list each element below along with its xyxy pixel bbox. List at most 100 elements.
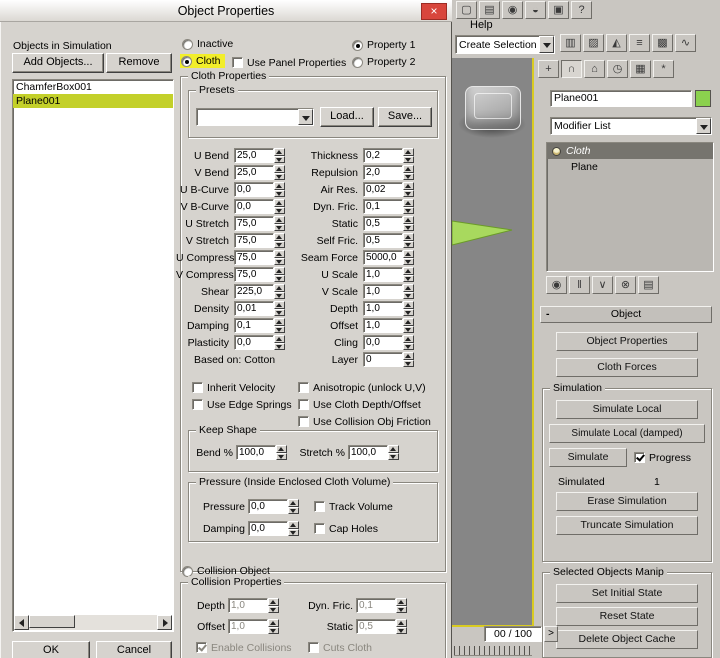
presets-dropdown[interactable] xyxy=(196,108,314,126)
delete-object-cache-button[interactable]: Delete Object Cache xyxy=(556,630,698,649)
select-similar-icon[interactable]: ▨ xyxy=(583,34,604,52)
layer-spin-up[interactable] xyxy=(403,352,414,360)
plane-object[interactable] xyxy=(452,218,514,246)
v-compress-spin-down[interactable] xyxy=(274,275,285,283)
dialog-titlebar[interactable]: Object Properties × xyxy=(0,0,452,22)
dyn-fric-spin-up[interactable] xyxy=(403,199,414,207)
v-stretch-spin-up[interactable] xyxy=(274,233,285,241)
static-spin-down[interactable] xyxy=(403,224,414,232)
cling-spin-down[interactable] xyxy=(403,343,414,351)
curve-editor-icon[interactable]: ∿ xyxy=(675,34,696,52)
depth-spin-down[interactable] xyxy=(403,309,414,317)
object-rollout-header[interactable]: - Object xyxy=(540,306,712,323)
seam-force-input[interactable]: 5000,0 xyxy=(363,250,403,265)
collision-dyn-fric-spin-up[interactable] xyxy=(396,598,407,606)
air-res-spin-down[interactable] xyxy=(403,190,414,198)
hierarchy-tab[interactable]: ⌂ xyxy=(584,60,605,78)
render-frame-icon[interactable]: ▣ xyxy=(548,1,569,19)
configure-modifier-sets-icon[interactable]: ▤ xyxy=(638,276,659,294)
modifier-stack-item-cloth[interactable]: Cloth xyxy=(547,143,713,159)
scroll-track[interactable] xyxy=(29,615,157,630)
simulate-local-damped-button[interactable]: Simulate Local (damped) xyxy=(549,424,705,443)
depth-input[interactable]: 1,0 xyxy=(363,301,403,316)
close-button[interactable]: × xyxy=(421,3,447,20)
v-b-curve-input[interactable]: 0,0 xyxy=(234,199,274,214)
keep-shape-bend-spin-up[interactable] xyxy=(276,445,287,453)
selection-set-dropdown-arrow[interactable] xyxy=(539,36,554,53)
modifier-stack[interactable]: ClothPlane xyxy=(546,142,714,272)
set-initial-state-button[interactable]: Set Initial State xyxy=(556,584,698,603)
mirror-icon[interactable]: ◭ xyxy=(606,34,627,52)
pressure-damping-spin-down[interactable] xyxy=(288,529,299,537)
named-selection-edit-icon[interactable]: ▥ xyxy=(560,34,581,52)
keep-shape-stretch-spin-down[interactable] xyxy=(388,453,399,461)
display-tab[interactable]: ▦ xyxy=(630,60,651,78)
keep-shape-bend-spin-down[interactable] xyxy=(276,453,287,461)
material-editor-icon[interactable]: ◉ xyxy=(502,1,523,19)
depth-spin-up[interactable] xyxy=(403,301,414,309)
offset-input[interactable]: 1,0 xyxy=(363,318,403,333)
v-bend-input[interactable]: 25,0 xyxy=(234,165,274,180)
keep-shape-stretch-spin-up[interactable] xyxy=(388,445,399,453)
repulsion-spin-down[interactable] xyxy=(403,173,414,181)
collision-offset-spin-up[interactable] xyxy=(268,619,279,627)
object-list-item-chamferbox001[interactable]: ChamferBox001 xyxy=(13,80,173,94)
pressure-damping-input[interactable]: 0,0 xyxy=(248,521,288,536)
cling-input[interactable]: 0,0 xyxy=(363,335,403,350)
u-b-curve-spin-up[interactable] xyxy=(274,182,285,190)
modifier-list-dropdown-arrow[interactable] xyxy=(696,118,711,134)
pressure-value-spin-up[interactable] xyxy=(288,499,299,507)
v-scale-input[interactable]: 1,0 xyxy=(363,284,403,299)
u-compress-input[interactable]: 75,0 xyxy=(234,250,274,265)
objects-list[interactable]: ChamferBox001Plane001 xyxy=(12,79,174,632)
schematic-view-icon[interactable]: ▤ xyxy=(479,1,500,19)
use-edge-springs-checkbox[interactable]: Use Edge Springs xyxy=(192,398,292,411)
dyn-fric-spin-down[interactable] xyxy=(403,207,414,215)
static-input[interactable]: 0,5 xyxy=(363,216,403,231)
add-objects-button[interactable]: Add Objects... xyxy=(12,53,104,73)
u-bend-spin-down[interactable] xyxy=(274,156,285,164)
create-tab[interactable]: + xyxy=(538,60,559,78)
v-stretch-input[interactable]: 75,0 xyxy=(234,233,274,248)
thickness-input[interactable]: 0,2 xyxy=(363,148,403,163)
objects-list-hscrollbar[interactable] xyxy=(14,615,172,630)
progress-checkbox[interactable]: Progress xyxy=(634,451,691,464)
layer-input[interactable]: 0 xyxy=(363,352,403,367)
time-next-button[interactable]: > xyxy=(544,626,558,642)
u-stretch-input[interactable]: 75,0 xyxy=(234,216,274,231)
self-fric-input[interactable]: 0,5 xyxy=(363,233,403,248)
damping-input[interactable]: 0,1 xyxy=(234,318,274,333)
damping-spin-down[interactable] xyxy=(274,326,285,334)
scroll-right-button[interactable] xyxy=(157,615,172,630)
v-compress-input[interactable]: 75,0 xyxy=(234,267,274,282)
u-bend-spin-up[interactable] xyxy=(274,148,285,156)
thickness-spin-down[interactable] xyxy=(403,156,414,164)
object-list-item-plane001[interactable]: Plane001 xyxy=(13,94,173,108)
inactive-radio[interactable]: Inactive xyxy=(182,38,233,50)
shear-spin-down[interactable] xyxy=(274,292,285,300)
u-compress-spin-up[interactable] xyxy=(274,250,285,258)
timeline-ticks[interactable] xyxy=(454,646,532,656)
v-scale-spin-up[interactable] xyxy=(403,284,414,292)
cloth-radio[interactable]: Cloth xyxy=(180,54,225,68)
pressure-value-spin-down[interactable] xyxy=(288,507,299,515)
repulsion-spin-up[interactable] xyxy=(403,165,414,173)
maximize-viewport-icon[interactable]: ▢ xyxy=(456,1,477,19)
seam-force-spin-down[interactable] xyxy=(403,258,414,266)
cap-holes-checkbox[interactable]: Cap Holes xyxy=(314,522,378,535)
render-setup-icon[interactable]: ◒ xyxy=(525,1,546,19)
dyn-fric-input[interactable]: 0,1 xyxy=(363,199,403,214)
collision-static-spin-up[interactable] xyxy=(396,619,407,627)
density-spin-down[interactable] xyxy=(274,309,285,317)
v-b-curve-spin-up[interactable] xyxy=(274,199,285,207)
v-b-curve-spin-down[interactable] xyxy=(274,207,285,215)
u-b-curve-spin-down[interactable] xyxy=(274,190,285,198)
air-res-spin-up[interactable] xyxy=(403,182,414,190)
help-info-icon[interactable]: ? xyxy=(571,1,592,19)
plasticity-spin-down[interactable] xyxy=(274,343,285,351)
offset-spin-down[interactable] xyxy=(403,326,414,334)
simulate-button[interactable]: Simulate xyxy=(549,448,627,467)
use-collision-obj-friction-checkbox[interactable]: Use Collision Obj Friction xyxy=(298,415,431,428)
simulate-local-button[interactable]: Simulate Local xyxy=(556,400,698,419)
selection-set-combo[interactable]: Create Selection Se xyxy=(455,35,555,54)
